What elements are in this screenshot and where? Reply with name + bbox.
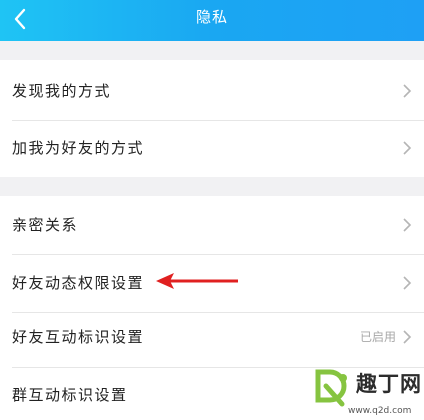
watermark-url: www.q2d.com (348, 406, 412, 416)
setting-label: 好友互动标识设置 (12, 328, 145, 346)
chevron-right-icon (403, 218, 412, 232)
setting-label: 亲密关系 (12, 216, 79, 234)
setting-row-find-me[interactable]: 发现我的方式 (0, 62, 424, 120)
privacy-settings-screen: 隐私 发现我的方式 加我为好友的方式 亲密关系 好友动态权限设置 好友互动标识设… (0, 0, 424, 420)
watermark-logo-icon (315, 369, 347, 407)
section-gap (0, 41, 424, 60)
section-gap (0, 177, 424, 196)
chevron-right-icon (403, 84, 412, 98)
setting-row-friend-interaction-badge[interactable]: 好友互动标识设置 已启用 (0, 308, 424, 366)
setting-label: 好友动态权限设置 (12, 274, 145, 292)
settings-group-discovery: 发现我的方式 加我为好友的方式 (0, 60, 424, 177)
chevron-right-icon (403, 141, 412, 155)
nav-bar: 隐私 (0, 0, 424, 41)
setting-row-add-me[interactable]: 加我为好友的方式 (0, 119, 424, 177)
chevron-right-icon (403, 276, 412, 290)
chevron-right-icon (403, 330, 412, 344)
setting-label: 发现我的方式 (12, 82, 112, 100)
setting-value-status: 已启用 (359, 330, 396, 344)
setting-label: 群互动标识设置 (12, 386, 128, 404)
page-title: 隐私 (195, 8, 228, 26)
setting-label: 加我为好友的方式 (12, 139, 145, 157)
annotation-arrow-icon (156, 273, 238, 289)
watermark-name: 趣丁网 (356, 372, 422, 396)
site-watermark: 趣丁网 www.q2d.com (312, 366, 424, 420)
setting-row-intimate-relation[interactable]: 亲密关系 (0, 196, 424, 254)
